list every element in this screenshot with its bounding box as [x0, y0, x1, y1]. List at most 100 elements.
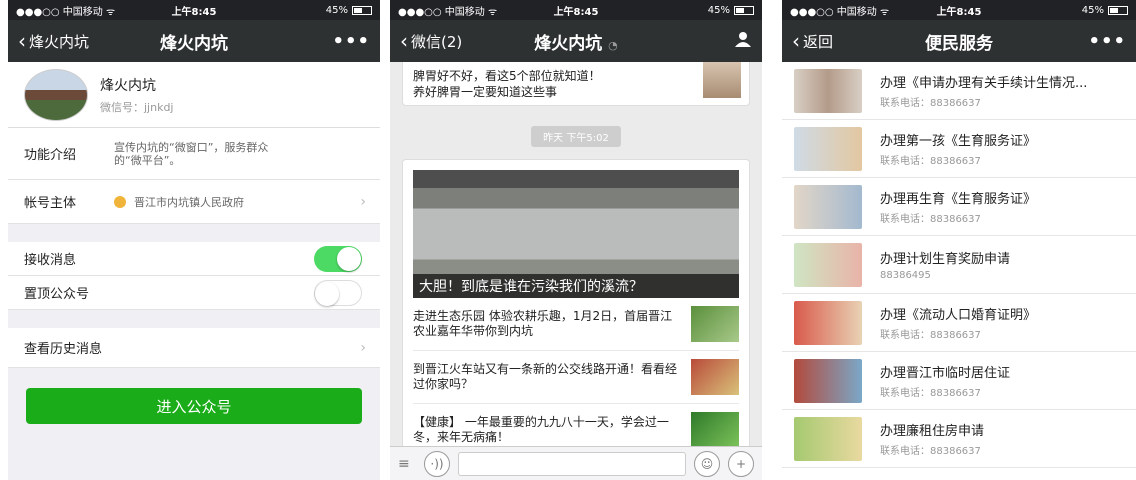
- clock: 上午8:45: [553, 6, 599, 18]
- message-line: 养好脾胃一定要知道这些事: [413, 85, 558, 99]
- battery-icon: [1108, 5, 1128, 15]
- article-title: 到晋江火车站又有一条新的公交线路开通！看看经过你家吗？: [413, 362, 678, 391]
- nav-bar: ‹ 烽火内坑 烽火内坑 •••: [8, 20, 380, 62]
- emoji-icon[interactable]: ☺: [694, 450, 720, 477]
- battery-icon: [352, 5, 372, 15]
- chevron-left-icon: ‹: [18, 29, 26, 53]
- service-title: 办理再生育《生育服务证》: [880, 192, 1037, 207]
- intro-row: 功能介绍 宣传内坑的“微窗口”，服务群众的“微平台”。: [8, 128, 380, 180]
- service-phone: 联系电话：88386637: [880, 98, 981, 109]
- back-label: 烽火内坑: [29, 32, 90, 51]
- list-item[interactable]: 办理《申请办理有关手续计生情况... 联系电话：88386637: [782, 62, 1136, 120]
- back-button[interactable]: ‹ 返回: [792, 31, 833, 52]
- intro-value: 宣传内坑的“微窗口”，服务群众的“微平台”。: [114, 140, 269, 167]
- article-title: 【健康】 一年最重要的九九八十一天，学会过一冬，来年无病痛！: [413, 415, 669, 444]
- service-phone: 联系电话：88386637: [880, 156, 981, 167]
- message-input[interactable]: [458, 451, 686, 476]
- more-icon[interactable]: •••: [332, 31, 370, 52]
- menu-icon[interactable]: ≡: [398, 456, 416, 472]
- list-item[interactable]: 办理第一孩《生育服务证》 联系电话：88386637: [782, 120, 1136, 178]
- article-card: 大胆！到底是谁在污染我们的溪流？ 走进生态乐园 体验农耕乐趣，1月2日，首届晋江…: [402, 159, 750, 457]
- service-illustration: [794, 242, 862, 287]
- verified-icon: [114, 195, 126, 208]
- services-screen: ●●●○○ 中国移动 ᯤ 上午8:45 45% ‹ 返回 便民服务 ••• 办理…: [782, 0, 1136, 480]
- hero-article[interactable]: 大胆！到底是谁在污染我们的溪流？: [413, 170, 739, 298]
- service-title: 办理《流动人口婚育证明》: [880, 308, 1037, 323]
- service-illustration: [794, 416, 862, 461]
- service-title: 办理第一孩《生育服务证》: [880, 134, 1037, 149]
- avatar: [24, 68, 88, 121]
- more-icon[interactable]: •••: [1088, 31, 1126, 52]
- message-card[interactable]: 脾胃好不好，看这5个部位就知道！ 养好脾胃一定要知道这些事: [402, 62, 750, 106]
- voice-icon[interactable]: ·)): [424, 450, 450, 477]
- list-item[interactable]: 到晋江火车站又有一条新的公交线路开通！看看经过你家吗？: [413, 351, 739, 404]
- person-icon[interactable]: [734, 30, 752, 53]
- message-line: 脾胃好不好，看这5个部位就知道！: [413, 69, 601, 83]
- account-name: 烽火内坑: [100, 77, 156, 94]
- list-item[interactable]: 办理《流动人口婚育证明》 联系电话：88386637: [782, 294, 1136, 352]
- status-bar: ●●●○○ 中国移动 ᯤ 上午8:45 45%: [390, 0, 762, 20]
- service-illustration: [794, 358, 862, 403]
- chat-title: 烽火内坑: [534, 33, 603, 54]
- history-row[interactable]: 查看历史消息 ›: [8, 328, 380, 368]
- list-item[interactable]: 办理晋江市临时居住证 联系电话：88386637: [782, 352, 1136, 410]
- receive-messages-toggle[interactable]: [314, 245, 362, 272]
- ear-icon: ◔: [608, 38, 618, 52]
- chevron-left-icon: ‹: [792, 29, 800, 53]
- article-thumbnail: [691, 359, 739, 395]
- plus-icon[interactable]: +: [728, 450, 754, 477]
- status-bar: ●●●○○ 中国移动 ᯤ 上午8:45 45%: [8, 0, 380, 20]
- chevron-right-icon: ›: [360, 193, 366, 210]
- article-title: 走进生态乐园 体验农耕乐趣，1月2日，首届晋江农业嘉年华带你到内坑: [413, 309, 673, 338]
- page-title: 便民服务: [925, 33, 993, 54]
- service-illustration: [794, 126, 862, 171]
- profile-screen: ●●●○○ 中国移动 ᯤ 上午8:45 45% ‹ 烽火内坑 烽火内坑 ••• …: [8, 0, 380, 480]
- article-thumbnail: [691, 412, 739, 448]
- back-label: 微信(2): [411, 32, 463, 51]
- back-button[interactable]: ‹ 微信(2): [400, 31, 462, 52]
- clock: 上午8:45: [936, 6, 982, 18]
- pin-account-label: 置顶公众号: [24, 287, 90, 302]
- article-thumbnail: [703, 62, 741, 98]
- service-title: 办理廉租住房申请: [880, 424, 985, 439]
- receive-messages-label: 接收消息: [24, 253, 77, 268]
- status-bar: ●●●○○ 中国移动 ᯤ 上午8:45 45%: [782, 0, 1136, 20]
- pin-account-row: 置顶公众号: [8, 276, 380, 310]
- pin-account-toggle[interactable]: [314, 279, 362, 306]
- service-phone: 联系电话：88386637: [880, 446, 981, 457]
- article-thumbnail: [691, 306, 739, 342]
- chat-screen: ●●●○○ 中国移动 ᯤ 上午8:45 45% ‹ 微信(2) 烽火内坑 ◔ 脾…: [390, 0, 762, 480]
- service-phone: 联系电话：88386637: [880, 214, 981, 225]
- service-title: 办理晋江市临时居住证: [880, 366, 1011, 381]
- service-title: 办理计划生育奖励申请: [880, 252, 1011, 267]
- list-item[interactable]: 办理再生育《生育服务证》 联系电话：88386637: [782, 178, 1136, 236]
- service-phone: 88386495: [880, 270, 931, 281]
- enter-account-button[interactable]: 进入公众号: [26, 388, 362, 424]
- service-illustration: [794, 300, 862, 345]
- service-illustration: [794, 68, 862, 113]
- owner-row[interactable]: 帐号主体 晋江市内坑镇人民政府 ›: [8, 180, 380, 224]
- nav-bar: ‹ 返回 便民服务 •••: [782, 20, 1136, 62]
- battery-icon: [734, 5, 754, 15]
- history-label: 查看历史消息: [24, 342, 103, 357]
- service-phone: 联系电话：88386637: [880, 388, 981, 399]
- list-item[interactable]: 走进生态乐园 体验农耕乐趣，1月2日，首届晋江农业嘉年华带你到内坑: [413, 298, 739, 351]
- back-label: 返回: [803, 32, 834, 51]
- list-item[interactable]: 办理计划生育奖励申请 88386495: [782, 236, 1136, 294]
- service-illustration: [794, 184, 862, 229]
- account-profile: 烽火内坑 微信号：jjnkdj: [8, 62, 380, 128]
- chevron-right-icon: ›: [360, 339, 366, 356]
- screenshot-stage: ●●●○○ 中国移动 ᯤ 上午8:45 45% ‹ 烽火内坑 烽火内坑 ••• …: [0, 0, 1136, 480]
- chevron-left-icon: ‹: [400, 29, 408, 53]
- service-title: 办理《申请办理有关手续计生情况...: [880, 76, 1088, 91]
- back-button[interactable]: ‹ 烽火内坑: [18, 31, 89, 52]
- nav-bar: ‹ 微信(2) 烽火内坑 ◔: [390, 20, 762, 62]
- receive-messages-row: 接收消息: [8, 242, 380, 276]
- intro-label: 功能介绍: [24, 148, 77, 163]
- list-item[interactable]: 办理廉租住房申请 联系电话：88386637: [782, 410, 1136, 468]
- service-phone: 联系电话：88386637: [880, 330, 981, 341]
- input-bar: ≡ ·)) ☺ +: [390, 446, 762, 480]
- clock: 上午8:45: [171, 6, 217, 18]
- timestamp-label: 昨天 下午5:02: [531, 126, 621, 147]
- wechat-id: 微信号：jjnkdj: [100, 100, 174, 114]
